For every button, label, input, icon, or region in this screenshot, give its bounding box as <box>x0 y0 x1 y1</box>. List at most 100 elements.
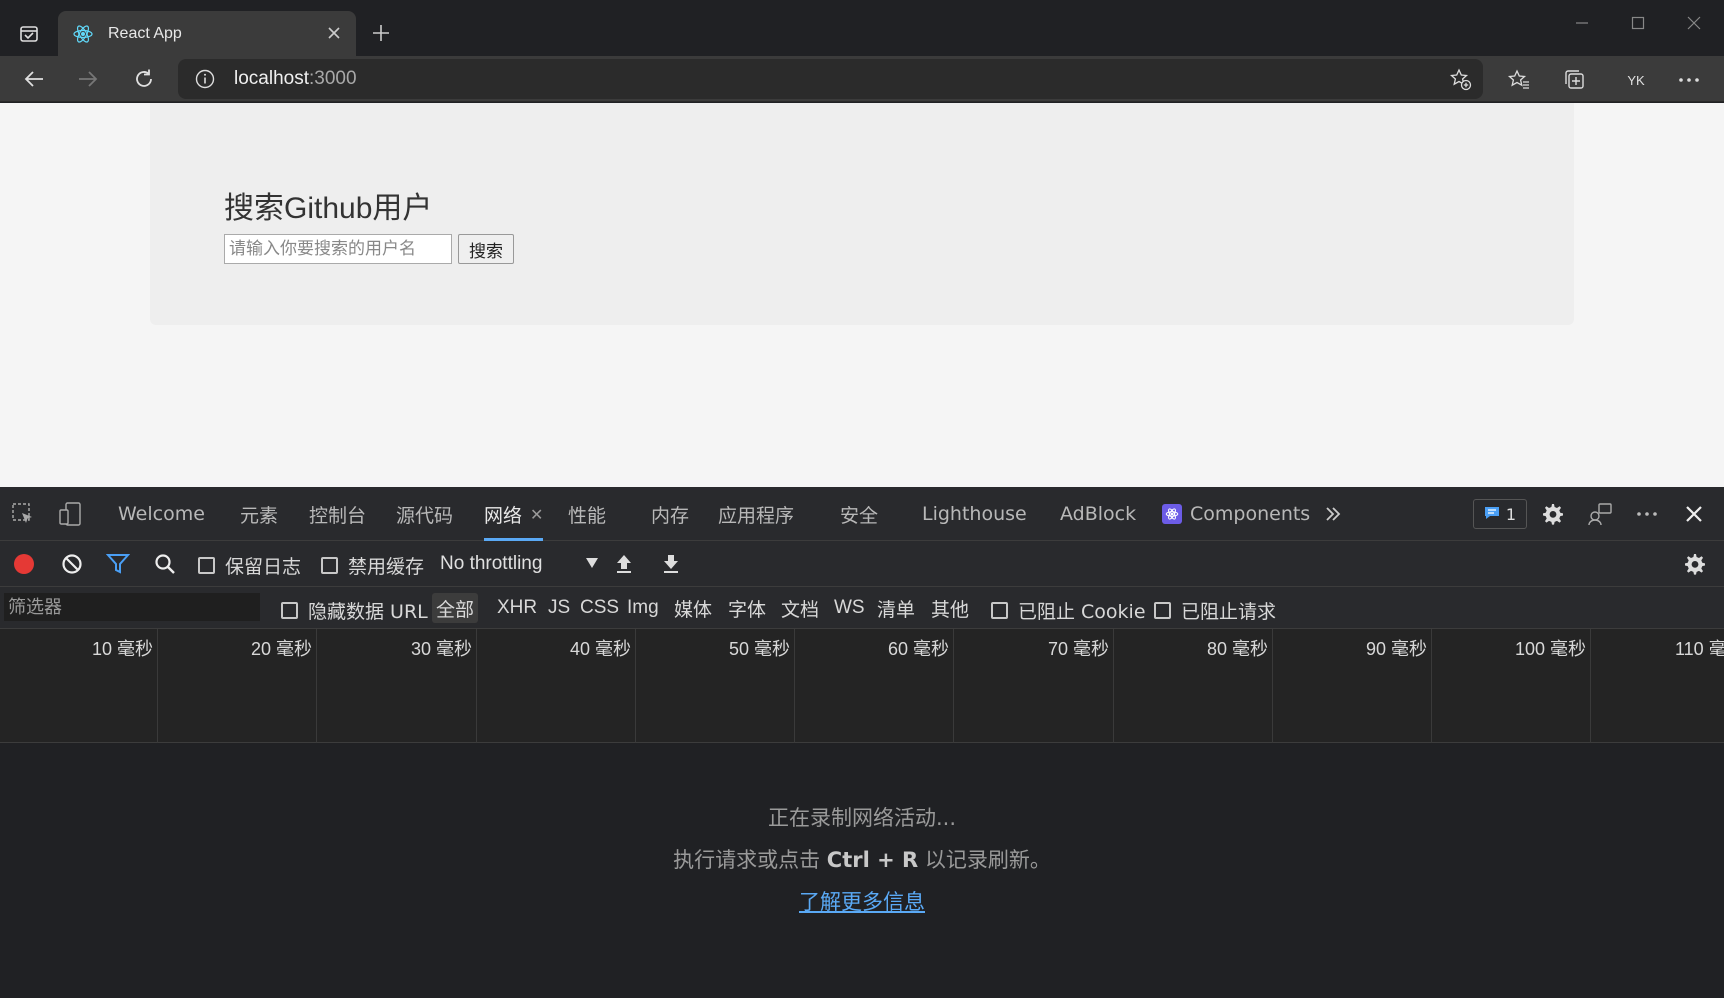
close-window-icon[interactable] <box>1674 10 1714 36</box>
timeline-tick: 70 毫秒 <box>954 629 1114 743</box>
reload-icon[interactable] <box>128 63 160 95</box>
forward-icon[interactable] <box>72 63 104 95</box>
hide-data-urls-checkbox[interactable]: 隐藏数据 URL <box>281 597 428 624</box>
tick-label: 100 毫秒 <box>1514 639 1586 659</box>
more-tabs-icon[interactable] <box>1318 499 1348 529</box>
filter-type-all[interactable]: 全部 <box>432 593 479 623</box>
blocked-requests-label: 已阻止请求 <box>1181 601 1277 623</box>
close-tab-icon[interactable]: ✕ <box>530 505 543 524</box>
tick-label: 110 毫 <box>1675 639 1724 659</box>
new-tab-icon[interactable] <box>368 20 394 46</box>
filter-type-font[interactable]: 字体 <box>724 593 770 623</box>
tab-adblock[interactable]: AdBlock <box>1060 487 1136 541</box>
chevron-down-icon <box>586 558 598 568</box>
export-har-icon[interactable] <box>656 549 686 579</box>
search-icon[interactable] <box>150 549 180 579</box>
tab-memory[interactable]: 内存 <box>651 487 689 541</box>
back-icon[interactable] <box>18 63 50 95</box>
tab-label: Lighthouse <box>922 503 1027 525</box>
preserve-log-label: 保留日志 <box>225 556 302 578</box>
react-favicon-icon <box>72 23 94 45</box>
tab-label: 内存 <box>651 504 690 527</box>
tab-label: 元素 <box>240 504 279 527</box>
tab-title: React App <box>108 24 182 42</box>
filter-icon[interactable] <box>103 549 133 579</box>
filter-type-manifest[interactable]: 清单 <box>873 593 919 623</box>
tab-welcome[interactable]: Welcome <box>118 487 205 541</box>
tab-sources[interactable]: 源代码 <box>396 487 453 541</box>
tab-label: 性能 <box>568 504 607 527</box>
site-info-icon[interactable] <box>194 68 216 90</box>
tick-label: 40 毫秒 <box>569 639 631 659</box>
checkbox-box[interactable] <box>321 557 338 574</box>
tab-console[interactable]: 控制台 <box>309 487 366 541</box>
remote-devices-icon[interactable] <box>1585 499 1615 529</box>
tab-close-icon[interactable] <box>324 23 344 43</box>
collections-icon[interactable] <box>1560 65 1590 95</box>
timeline-tick: 30 毫秒 <box>317 629 477 743</box>
filter-type-img[interactable]: Img <box>623 593 663 623</box>
tab-performance[interactable]: 性能 <box>568 487 606 541</box>
checkbox-box[interactable] <box>198 557 215 574</box>
tab-security[interactable]: 安全 <box>840 487 878 541</box>
timeline-tick: 100 毫秒 <box>1432 629 1591 743</box>
filter-type-doc[interactable]: 文档 <box>777 593 823 623</box>
search-button[interactable]: 搜索 <box>458 234 514 264</box>
network-settings-gear-icon[interactable] <box>1679 549 1709 579</box>
checkbox-box[interactable] <box>1154 602 1171 619</box>
checkbox-box[interactable] <box>281 602 298 619</box>
devtools-more-icon[interactable] <box>1632 499 1662 529</box>
search-input[interactable] <box>224 234 452 264</box>
reload-shortcut: Ctrl + R <box>826 848 919 872</box>
tab-network[interactable]: 网络 ✕ <box>484 487 544 541</box>
filter-type-xhr[interactable]: XHR <box>493 593 541 623</box>
close-devtools-icon[interactable] <box>1679 499 1709 529</box>
react-components-icon <box>1162 504 1182 524</box>
record-icon[interactable] <box>9 549 39 579</box>
tab-label: AdBlock <box>1060 503 1137 525</box>
inspect-element-icon[interactable] <box>8 499 38 529</box>
minimize-icon[interactable] <box>1562 10 1602 36</box>
browser-tab-active[interactable]: React App <box>58 11 356 56</box>
profile-avatar[interactable]: YK <box>1618 65 1654 95</box>
recording-message: 正在录制网络活动... <box>767 806 957 830</box>
tab-label: 网络 <box>484 504 523 527</box>
address-bar[interactable]: localhost:3000 <box>178 59 1483 99</box>
filter-type-media[interactable]: 媒体 <box>670 593 716 623</box>
device-toolbar-icon[interactable] <box>55 499 85 529</box>
tab-components[interactable]: Components <box>1162 487 1310 541</box>
network-overview-timeline[interactable]: 10 毫秒 20 毫秒 30 毫秒 40 毫秒 50 毫秒 60 毫秒 70 毫… <box>0 629 1724 743</box>
url-host: localhost <box>234 68 309 89</box>
clear-icon[interactable] <box>57 549 87 579</box>
blocked-cookies-checkbox[interactable]: 已阻止 Cookie <box>991 597 1146 624</box>
filter-type-other[interactable]: 其他 <box>927 593 973 623</box>
filter-input[interactable] <box>4 593 260 621</box>
tab-label: 安全 <box>840 504 879 527</box>
add-favorite-icon[interactable] <box>1447 66 1473 92</box>
tab-lighthouse[interactable]: Lighthouse <box>922 487 1027 541</box>
throttling-select[interactable]: No throttling <box>440 546 600 582</box>
tab-elements[interactable]: 元素 <box>240 487 278 541</box>
tick-label: 70 毫秒 <box>1047 639 1109 659</box>
disable-cache-checkbox[interactable]: 禁用缓存 <box>321 552 424 579</box>
devtools-panel: Welcome 元素 控制台 源代码 网络 ✕ 性能 内存 应用程序 安全 Lig… <box>0 487 1724 998</box>
maximize-icon[interactable] <box>1618 10 1658 36</box>
timeline-tick: 110 毫 <box>1591 629 1724 743</box>
filter-type-css[interactable]: CSS <box>576 593 623 623</box>
tab-label: 源代码 <box>396 504 454 527</box>
tab-actions-icon[interactable] <box>14 20 44 48</box>
settings-gear-icon[interactable] <box>1537 499 1567 529</box>
import-har-icon[interactable] <box>609 549 639 579</box>
preserve-log-checkbox[interactable]: 保留日志 <box>198 552 301 579</box>
learn-more-link[interactable]: 了解更多信息 <box>799 890 925 914</box>
filter-type-ws[interactable]: WS <box>830 593 869 623</box>
blocked-requests-checkbox[interactable]: 已阻止请求 <box>1154 597 1276 624</box>
favorites-icon[interactable] <box>1504 65 1534 95</box>
tab-application[interactable]: 应用程序 <box>718 487 794 541</box>
page-title: 搜索Github用户 <box>224 192 433 225</box>
filter-type-js[interactable]: JS <box>544 593 574 623</box>
issues-badge[interactable]: 1 <box>1473 499 1527 529</box>
checkbox-box[interactable] <box>991 602 1008 619</box>
tick-label: 10 毫秒 <box>91 639 153 659</box>
more-menu-icon[interactable] <box>1674 65 1704 95</box>
